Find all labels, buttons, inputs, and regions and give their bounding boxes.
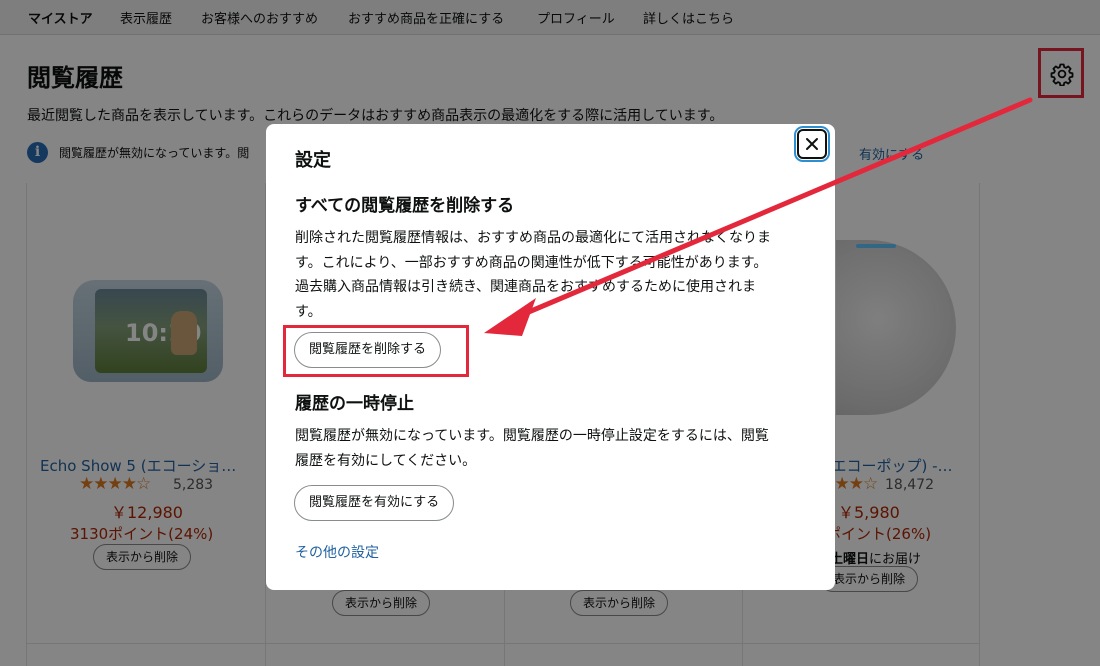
close-button[interactable] (794, 126, 830, 162)
modal-title: 設定 (295, 150, 331, 171)
other-settings-link[interactable]: その他の設定 (295, 542, 379, 562)
pause-history-heading: 履歴の一時停止 (295, 394, 414, 414)
close-icon (806, 138, 818, 150)
delete-history-heading: すべての閲覧履歴を削除する (295, 196, 515, 216)
delete-history-description: 削除された閲覧履歴情報は、おすすめ商品の最適化にて活用されなくなります。これによ… (295, 230, 771, 320)
delete-button-highlight (283, 325, 469, 377)
pause-history-description: 閲覧履歴が無効になっています。閲覧履歴の一時停止設定をするには、閲覧履歴を有効に… (295, 428, 769, 469)
enable-history-button[interactable]: 閲覧履歴を有効にする (294, 485, 455, 521)
